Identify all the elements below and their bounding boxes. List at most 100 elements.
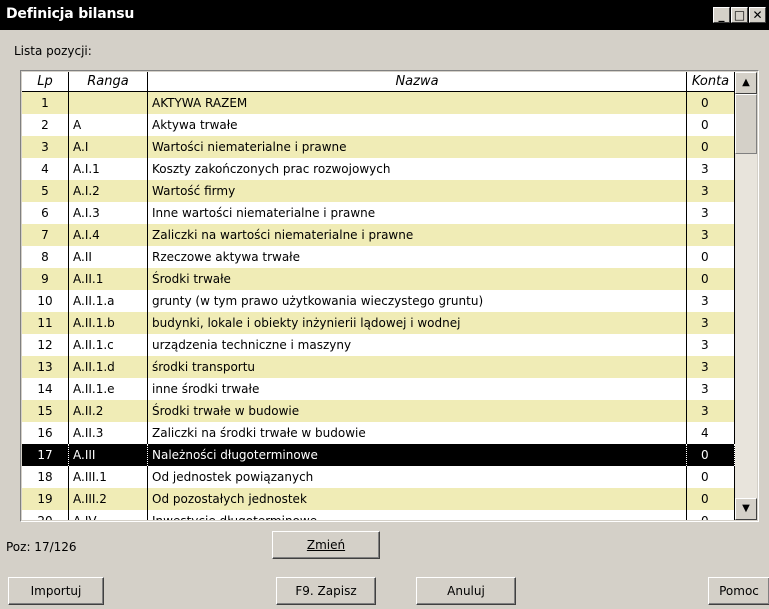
cell-nazwa: Aktywa trwałe [148,114,687,136]
table-row[interactable]: 13 A.II.1.d środki transportu 3 [22,356,735,378]
table-row[interactable]: 10 A.II.1.a grunty (w tym prawo użytkowani… [22,290,735,312]
importuj-label: Importuj [30,584,82,598]
cell-nazwa: Zaliczki na wartości niematerialne i pra… [148,224,687,246]
cell-nazwa: Inne wartości niematerialne i prawne [148,202,687,224]
cell-ranga: A.II.2 [69,400,148,422]
cell-ranga: A.II.3 [69,422,148,444]
table-row[interactable]: 16 A.II.3 Zaliczki na środki trwałe w budo… [22,422,735,444]
cell-nazwa: Koszty zakończonych prac rozwojowych [148,158,687,180]
table-row[interactable]: 7 A.I.4 Zaliczki na wartości niematerialne… [22,224,735,246]
cell-nazwa: urządzenia techniczne i maszyny [148,334,687,356]
cell-lp: 7 [22,224,69,246]
cell-nazwa: Inwestycje długoterminowe [148,510,687,520]
cell-konta: 0 [687,488,735,510]
table-row[interactable]: 9 A.II.1 Środki trwałe 0 [22,268,735,290]
cell-ranga: A.II.1 [69,268,148,290]
importuj-button[interactable]: Importuj [8,577,104,605]
cell-nazwa: Zaliczki na środki trwałe w budowie [148,422,687,444]
cell-lp: 15 [22,400,69,422]
cell-lp: 20 [22,510,69,520]
zmien-button[interactable]: Zmień [272,531,380,559]
table-row[interactable]: 14 A.II.1.e inne środki trwałe 3 [22,378,735,400]
cell-konta: 3 [687,180,735,202]
cell-ranga: A.II.1.e [69,378,148,400]
position-indicator: Poz: 17/126 [6,540,77,554]
cell-konta: 0 [687,268,735,290]
cell-ranga: A.I.1 [69,158,148,180]
cell-konta: 0 [687,114,735,136]
cell-nazwa: Środki trwałe w budowie [148,400,687,422]
table-row[interactable]: 3 A.I Wartości niematerialne i prawne 0 [22,136,735,158]
header-lp[interactable]: Lp [22,72,69,91]
items-grid[interactable]: Lp Ranga Nazwa Konta 1 AKTYWA RAZEM 0 2 A Akt… [22,72,735,520]
table-row[interactable]: 11 A.II.1.b budynki, lokale i obiekty inży… [22,312,735,334]
table-row[interactable]: 6 A.I.3 Inne wartości niematerialne i praw… [22,202,735,224]
anuluj-button[interactable]: Anuluj [416,577,516,605]
scroll-down-icon[interactable]: ▼ [735,498,757,520]
maximize-button[interactable]: □ [731,7,748,23]
table-row[interactable]: 4 A.I.1 Koszty zakończonych prac rozwojowy… [22,158,735,180]
cell-konta: 0 [687,136,735,158]
minimize-button[interactable]: _ [713,7,730,23]
cell-lp: 13 [22,356,69,378]
cell-konta: 3 [687,202,735,224]
cell-nazwa: środki transportu [148,356,687,378]
cell-konta: 0 [687,246,735,268]
cell-lp: 4 [22,158,69,180]
zapisz-label: F9. Zapisz [295,584,357,598]
cell-lp: 11 [22,312,69,334]
zmien-label: Zmień [306,538,346,552]
cell-konta: 3 [687,290,735,312]
table-row[interactable]: 12 A.II.1.c urządzenia techniczne i maszyn… [22,334,735,356]
anuluj-label: Anuluj [447,584,485,598]
table-row[interactable]: 5 A.I.2 Wartość firmy 3 [22,180,735,202]
cell-ranga: A.II.1.b [69,312,148,334]
cell-konta: 0 [687,92,735,114]
table-row[interactable]: 1 AKTYWA RAZEM 0 [22,92,735,114]
cell-nazwa: AKTYWA RAZEM [148,92,687,114]
cell-konta: 0 [687,466,735,488]
pomoc-label: Pomoc [719,584,759,598]
cell-konta: 3 [687,356,735,378]
cell-ranga: A.III [69,444,148,466]
cell-ranga [69,92,148,114]
close-button[interactable]: ✕ [749,7,766,23]
vertical-scrollbar[interactable]: ▲ ▼ [735,72,757,520]
title-bar: Definicja bilansu _ □ ✕ [0,0,769,30]
table-row[interactable]: 20A.IVInwestycje długoterminowe0 [22,510,735,520]
cell-ranga: A.II [69,246,148,268]
list-label: Lista pozycji: [14,44,92,58]
cell-ranga: A.IV [69,510,148,520]
header-konta[interactable]: Konta [687,72,735,91]
header-nazwa[interactable]: Nazwa [148,72,687,91]
table-row[interactable]: 17 A.III Należności długoterminowe 0 [22,444,735,466]
cell-lp: 2 [22,114,69,136]
cell-nazwa: inne środki trwałe [148,378,687,400]
table-row[interactable]: 19 A.III.2 Od pozostałych jednostek 0 [22,488,735,510]
cell-lp: 19 [22,488,69,510]
cell-konta: 3 [687,378,735,400]
cell-ranga: A.I.3 [69,202,148,224]
zapisz-button[interactable]: F9. Zapisz [276,577,376,605]
cell-lp: 1 [22,92,69,114]
table-row[interactable]: 8 A.II Rzeczowe aktywa trwałe 0 [22,246,735,268]
cell-nazwa: budynki, lokale i obiekty inżynierii ląd… [148,312,687,334]
scroll-thumb[interactable] [735,94,757,154]
cell-konta: 3 [687,224,735,246]
table-row[interactable]: 18 A.III.1 Od jednostek powiązanych 0 [22,466,735,488]
cell-ranga: A.II.1.c [69,334,148,356]
cell-nazwa: Środki trwałe [148,268,687,290]
cell-lp: 8 [22,246,69,268]
cell-ranga: A.II.1.a [69,290,148,312]
table-row[interactable]: 2 A Aktywa trwałe 0 [22,114,735,136]
table-row[interactable]: 15 A.II.2 Środki trwałe w budowie 3 [22,400,735,422]
cell-ranga: A.III.2 [69,488,148,510]
pomoc-button[interactable]: Pomoc [708,577,769,605]
cell-lp: 9 [22,268,69,290]
cell-nazwa: Wartość firmy [148,180,687,202]
cell-nazwa: Wartości niematerialne i prawne [148,136,687,158]
header-ranga[interactable]: Ranga [69,72,148,91]
cell-konta: 3 [687,312,735,334]
cell-lp: 5 [22,180,69,202]
scroll-up-icon[interactable]: ▲ [735,72,757,94]
